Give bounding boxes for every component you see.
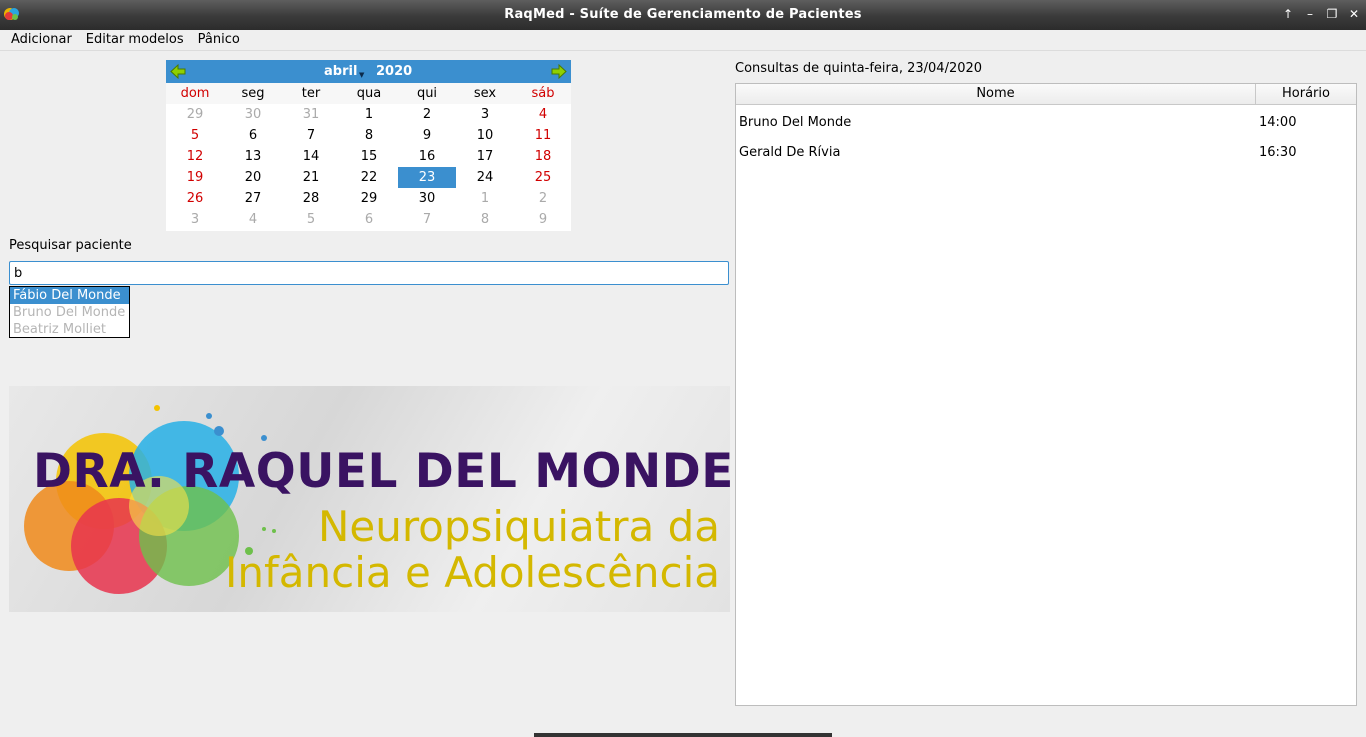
table-row[interactable]: Bruno Del Monde 14:00	[736, 107, 1356, 137]
keep-above-icon[interactable]: ↑	[1280, 6, 1296, 22]
calendar-day[interactable]: 16	[398, 146, 456, 167]
banner-specialty-line2: Infância e Adolescência	[225, 548, 720, 597]
calendar-day[interactable]: 29	[166, 104, 224, 125]
weekday-label: dom	[180, 86, 210, 101]
calendar-day[interactable]: 8	[340, 125, 398, 146]
calendar-day[interactable]: 4	[514, 104, 572, 125]
weekday-label: ter	[301, 86, 321, 101]
close-icon[interactable]: ✕	[1346, 6, 1362, 22]
calendar-day[interactable]: 15	[340, 146, 398, 167]
calendar-day[interactable]: 30	[398, 188, 456, 209]
calendar-day[interactable]: 8	[456, 209, 514, 230]
next-month-icon[interactable]	[551, 64, 567, 79]
maximize-icon[interactable]: ❐	[1324, 6, 1340, 22]
calendar-day[interactable]: 1	[456, 188, 514, 209]
menu-panico[interactable]: Pânico	[191, 30, 247, 50]
calendar-day[interactable]: 10	[456, 125, 514, 146]
calendar-day[interactable]: 26	[166, 188, 224, 209]
appointments-title: Consultas de quinta-feira, 23/04/2020	[735, 61, 983, 76]
calendar-day[interactable]: 11	[514, 125, 572, 146]
time-cell: 16:30	[1259, 144, 1297, 160]
calendar-day[interactable]: 2	[514, 188, 572, 209]
clinic-banner: DRA. RAQUEL DEL MONDE Neuropsiquiatra da…	[9, 386, 730, 612]
table-header: Nome Horário	[736, 84, 1356, 105]
calendar-day[interactable]: 27	[224, 188, 282, 209]
menu-adicionar[interactable]: Adicionar	[4, 30, 79, 50]
calendar-day[interactable]: 1	[340, 104, 398, 125]
calendar-day[interactable]: 30	[224, 104, 282, 125]
weekday-label: qui	[416, 86, 438, 101]
calendar-day[interactable]: 7	[398, 209, 456, 230]
suggestion-item[interactable]: Bruno Del Monde	[10, 304, 129, 321]
calendar-day[interactable]: 28	[282, 188, 340, 209]
calendar-day[interactable]: 24	[456, 167, 514, 188]
calendar-day[interactable]: 19	[166, 167, 224, 188]
month-dropdown-icon[interactable]: ▼	[359, 71, 364, 79]
appointments-table: Nome Horário Bruno Del Monde 14:00 Geral…	[735, 83, 1357, 706]
calendar-day[interactable]: 5	[166, 125, 224, 146]
column-header-horario[interactable]: Horário	[1256, 84, 1356, 104]
taskbar-edge	[534, 733, 832, 737]
banner-specialty-line1: Neuropsiquiatra da	[317, 502, 720, 551]
calendar-day[interactable]: 21	[282, 167, 340, 188]
calendar-day[interactable]: 9	[514, 209, 572, 230]
autocomplete-list: Fábio Del Monde Bruno Del Monde Beatriz …	[9, 286, 130, 338]
column-header-nome[interactable]: Nome	[736, 84, 1256, 104]
calendar-day[interactable]: 17	[456, 146, 514, 167]
minimize-icon[interactable]: –	[1302, 6, 1318, 22]
search-label: Pesquisar paciente	[9, 238, 132, 253]
calendar-day[interactable]: 31	[282, 104, 340, 125]
calendar-day-selected[interactable]: 23	[398, 167, 456, 188]
calendar-day[interactable]: 7	[282, 125, 340, 146]
calendar-day[interactable]: 22	[340, 167, 398, 188]
calendar-day[interactable]: 5	[282, 209, 340, 230]
table-row[interactable]: Gerald De Rívia 16:30	[736, 137, 1356, 167]
calendar-day[interactable]: 29	[340, 188, 398, 209]
calendar-day[interactable]: 13	[224, 146, 282, 167]
calendar-day[interactable]: 6	[224, 125, 282, 146]
patient-name-cell: Bruno Del Monde	[739, 114, 852, 130]
window-title: RaqMed - Suíte de Gerenciamento de Pacie…	[504, 7, 862, 22]
menu-bar: Adicionar Editar modelos Pânico	[0, 30, 1366, 51]
suggestion-item[interactable]: Fábio Del Monde	[10, 287, 129, 304]
time-cell: 14:00	[1259, 114, 1297, 130]
weekday-label: sex	[473, 86, 497, 101]
calendar-year[interactable]: 2020	[376, 64, 412, 79]
calendar-day[interactable]: 20	[224, 167, 282, 188]
calendar-header: abril ▼ 2020	[166, 60, 571, 83]
weekday-label: qua	[356, 86, 382, 101]
title-bar: RaqMed - Suíte de Gerenciamento de Pacie…	[0, 0, 1366, 30]
patient-name-cell: Gerald De Rívia	[739, 144, 841, 160]
previous-month-icon[interactable]	[170, 64, 186, 79]
search-input[interactable]	[9, 261, 729, 285]
calendar-day[interactable]: 18	[514, 146, 572, 167]
calendar-weekdays: dom seg ter qua qui sex sáb	[166, 83, 571, 104]
calendar-day[interactable]: 12	[166, 146, 224, 167]
calendar-day[interactable]: 25	[514, 167, 572, 188]
menu-editar-modelos[interactable]: Editar modelos	[79, 30, 191, 50]
calendar-day[interactable]: 2	[398, 104, 456, 125]
suggestion-item[interactable]: Beatriz Molliet	[10, 321, 129, 338]
calendar-day[interactable]: 6	[340, 209, 398, 230]
calendar-day[interactable]: 9	[398, 125, 456, 146]
banner-doctor-name: DRA. RAQUEL DEL MONDE	[33, 444, 730, 499]
calendar-day[interactable]: 3	[456, 104, 514, 125]
calendar: abril ▼ 2020 dom seg ter qua qui sex sáb 29 30 3…	[166, 60, 571, 231]
weekday-label: seg	[241, 86, 265, 101]
calendar-month[interactable]: abril	[324, 64, 357, 79]
weekday-label: sáb	[531, 86, 555, 101]
calendar-day[interactable]: 14	[282, 146, 340, 167]
calendar-day[interactable]: 3	[166, 209, 224, 230]
calendar-day[interactable]: 4	[224, 209, 282, 230]
calendar-days: 29 30 31 1 2 3 4 5 6 7 8 9 10 11 12 13 14 15 16 17 18 19 20 21 2…	[166, 104, 571, 230]
